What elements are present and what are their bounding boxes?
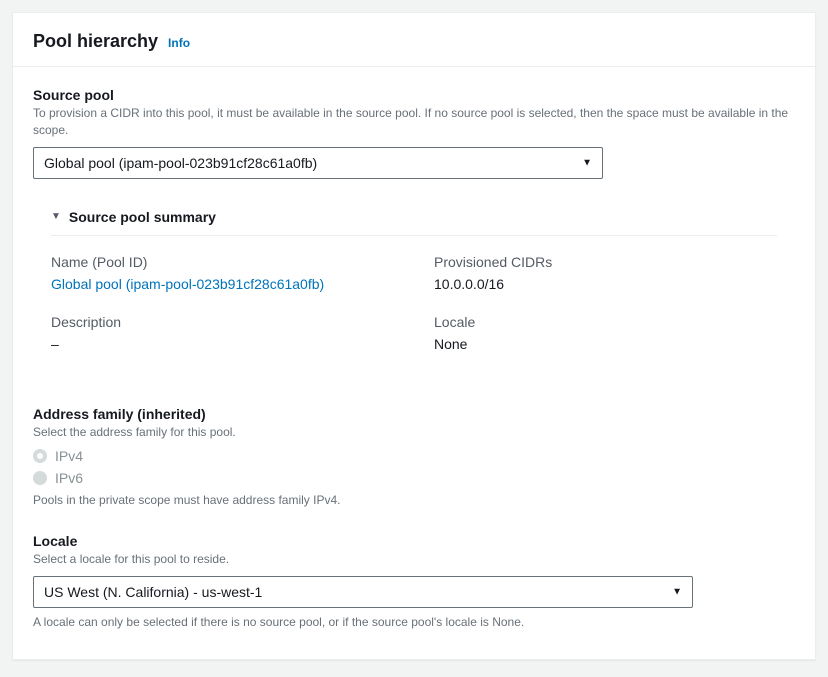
summary-toggle[interactable]: ▼ Source pool summary xyxy=(51,201,777,236)
summary-cidrs-key: Provisioned CIDRs xyxy=(434,254,777,270)
address-family-ipv6-label: IPv6 xyxy=(55,470,83,486)
source-pool-select[interactable]: Global pool (ipam-pool-023b91cf28c61a0fb… xyxy=(33,147,603,179)
summary-name: Name (Pool ID) Global pool (ipam-pool-02… xyxy=(51,254,394,292)
locale-select[interactable]: US West (N. California) - us-west-1 ▼ xyxy=(33,576,693,608)
source-pool-selected-value: Global pool (ipam-pool-023b91cf28c61a0fb… xyxy=(44,155,317,171)
summary-grid: Name (Pool ID) Global pool (ipam-pool-02… xyxy=(51,236,777,362)
summary-locale: Locale None xyxy=(434,314,777,352)
locale-section: Locale Select a locale for this pool to … xyxy=(33,533,795,631)
source-pool-section: Source pool To provision a CIDR into thi… xyxy=(33,87,795,179)
summary-cidrs: Provisioned CIDRs 10.0.0.0/16 xyxy=(434,254,777,292)
locale-hint: A locale can only be selected if there i… xyxy=(33,614,795,631)
address-family-description: Select the address family for this pool. xyxy=(33,424,795,441)
summary-description: Description – xyxy=(51,314,394,352)
source-pool-label: Source pool xyxy=(33,87,795,103)
panel-title: Pool hierarchy xyxy=(33,31,158,52)
panel-body: Source pool To provision a CIDR into thi… xyxy=(13,67,815,659)
source-pool-summary-section: ▼ Source pool summary Name (Pool ID) Glo… xyxy=(33,201,795,362)
pool-hierarchy-panel: Pool hierarchy Info Source pool To provi… xyxy=(12,12,816,660)
address-family-ipv4-label: IPv4 xyxy=(55,448,83,464)
summary-cidrs-value: 10.0.0.0/16 xyxy=(434,276,777,292)
summary-locale-value: None xyxy=(434,336,777,352)
address-family-label: Address family (inherited) xyxy=(33,406,795,422)
radio-icon xyxy=(33,449,47,463)
radio-icon xyxy=(33,471,47,485)
source-pool-description: To provision a CIDR into this pool, it m… xyxy=(33,105,795,139)
chevron-down-icon: ▼ xyxy=(582,157,592,168)
chevron-down-icon: ▼ xyxy=(672,586,682,597)
summary-description-value: – xyxy=(51,336,394,352)
summary-description-key: Description xyxy=(51,314,394,330)
address-family-section: Address family (inherited) Select the ad… xyxy=(33,406,795,510)
address-family-hint: Pools in the private scope must have add… xyxy=(33,492,795,509)
summary-name-key: Name (Pool ID) xyxy=(51,254,394,270)
locale-selected-value: US West (N. California) - us-west-1 xyxy=(44,584,262,600)
locale-label: Locale xyxy=(33,533,795,549)
address-family-ipv6-option: IPv6 xyxy=(33,470,795,486)
summary-toggle-label: Source pool summary xyxy=(69,209,216,225)
caret-down-icon: ▼ xyxy=(51,211,61,222)
panel-header: Pool hierarchy Info xyxy=(13,13,815,67)
address-family-ipv4-option: IPv4 xyxy=(33,448,795,464)
info-link[interactable]: Info xyxy=(168,36,190,50)
summary-locale-key: Locale xyxy=(434,314,777,330)
summary-name-value[interactable]: Global pool (ipam-pool-023b91cf28c61a0fb… xyxy=(51,276,394,292)
locale-description: Select a locale for this pool to reside. xyxy=(33,551,795,568)
